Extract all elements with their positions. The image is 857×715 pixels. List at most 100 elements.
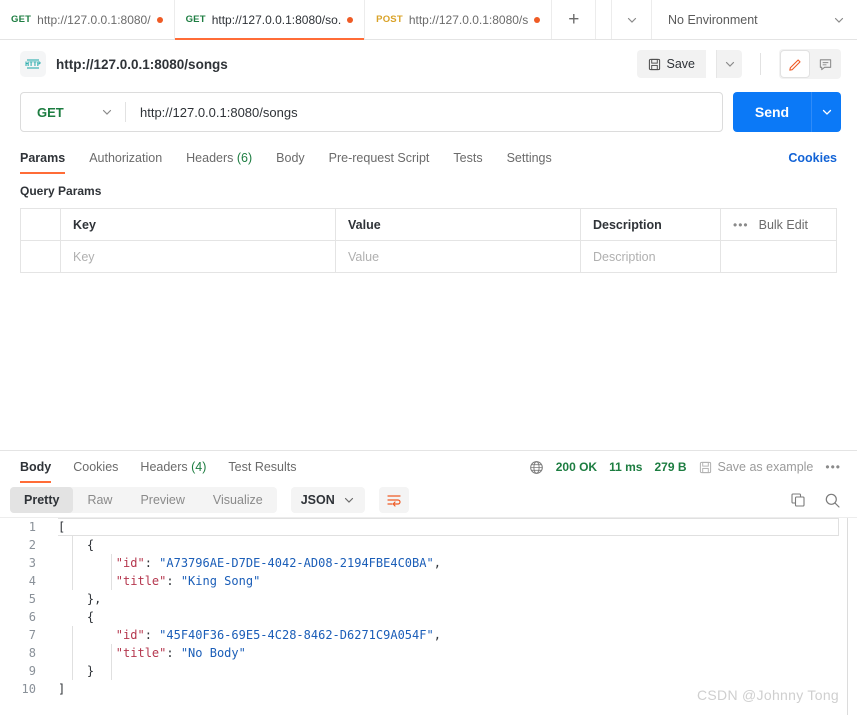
response-tab-body[interactable]: Body: [20, 451, 52, 483]
response-language-selector[interactable]: JSON: [290, 487, 365, 513]
response-tab-label: Cookies: [73, 460, 119, 474]
environment-selector[interactable]: No Environment: [651, 0, 857, 39]
chevron-down-icon: [822, 109, 831, 115]
method-selector[interactable]: GET: [21, 93, 125, 131]
response-format-bar: Pretty Raw Preview Visualize JSON: [0, 483, 857, 517]
indent-guide: [72, 626, 73, 680]
table-row: Key Value Description: [20, 240, 837, 273]
tab-label: Settings: [506, 151, 552, 165]
line-content: "title": "King Song": [115, 574, 261, 588]
tab-list-chevron-button[interactable]: [611, 0, 651, 39]
request-header-bar: HTTP http://127.0.0.1:8080/songs Save: [0, 40, 857, 88]
line-number: 3: [0, 554, 46, 572]
format-tab-raw[interactable]: Raw: [73, 487, 126, 513]
response-tab-headers[interactable]: Headers (4): [140, 451, 206, 483]
line-number: 6: [0, 608, 46, 626]
new-tab-button[interactable]: +: [552, 0, 597, 39]
line-number: 5: [0, 590, 46, 608]
chevron-down-icon: [834, 17, 844, 23]
response-body-editor[interactable]: 1[2 {3 "id": "A73796AE-D7DE-4042-AD08-21…: [0, 517, 857, 715]
line-content: },: [58, 592, 102, 606]
response-tab-label: Test Results: [228, 460, 297, 474]
floppy-disk-icon: [648, 58, 660, 70]
code-line: 4 "title": "King Song": [0, 572, 857, 590]
query-params-section: Query Params Key Value Description ••• B…: [0, 174, 857, 273]
indent-guide: [111, 644, 112, 680]
unsaved-indicator-icon: [534, 16, 541, 23]
line-content: [: [58, 520, 66, 534]
save-button[interactable]: Save: [636, 50, 706, 78]
tab-tests[interactable]: Tests: [453, 142, 482, 174]
table-header-row: Key Value Description ••• Bulk Edit: [20, 208, 837, 241]
response-tabs-list: Body Cookies Headers (4) Test Results: [10, 451, 297, 483]
ellipsis-icon[interactable]: •••: [733, 218, 749, 232]
code-line: 9 }: [0, 662, 857, 680]
line-number: 8: [0, 644, 46, 662]
send-options-button[interactable]: [811, 92, 841, 132]
save-as-example-button[interactable]: Save as example: [699, 460, 813, 474]
line-number: 7: [0, 626, 46, 644]
bulk-edit-button[interactable]: Bulk Edit: [759, 218, 808, 232]
edit-request-button[interactable]: [780, 50, 810, 78]
copy-button[interactable]: [790, 492, 806, 508]
request-action-group: [779, 49, 841, 79]
tabstrip-spacer: [596, 0, 611, 39]
tab-body[interactable]: Body: [276, 142, 305, 174]
search-button[interactable]: [824, 492, 841, 509]
tab-count: (6): [233, 151, 253, 165]
response-body-code: 1[2 {3 "id": "A73796AE-D7DE-4042-AD08-21…: [0, 518, 857, 698]
format-tab-visualize[interactable]: Visualize: [199, 487, 277, 513]
param-value-input[interactable]: Value: [335, 240, 581, 273]
response-tab-cookies[interactable]: Cookies: [73, 451, 118, 483]
response-tab-test-results[interactable]: Test Results: [228, 451, 296, 483]
request-detail-tabs: Params Authorization Headers (6) Body Pre-re…: [0, 142, 857, 174]
status-badge: 200 OK: [555, 460, 598, 474]
editor-scrollbar[interactable]: [847, 518, 848, 715]
response-size: 279 B: [654, 460, 687, 474]
response-tabs: Body Cookies Headers (4) Test Results 200 O…: [0, 451, 857, 483]
request-tab-2[interactable]: POST http://127.0.0.1:8080/s: [365, 0, 553, 39]
response-tools: [790, 492, 841, 509]
send-button[interactable]: Send: [733, 92, 811, 132]
request-tab-0[interactable]: GET http://127.0.0.1:8080/: [0, 0, 175, 39]
line-number: 10: [0, 680, 46, 698]
cookies-link[interactable]: Cookies: [788, 151, 837, 165]
format-tab-pretty[interactable]: Pretty: [10, 487, 74, 513]
request-body-spacer: [0, 273, 857, 450]
response-more-button[interactable]: •••: [825, 460, 841, 474]
request-tab-1[interactable]: GET http://127.0.0.1:8080/so.: [174, 0, 366, 40]
tab-pre-request-script[interactable]: Pre-request Script: [329, 142, 430, 174]
word-wrap-button[interactable]: [378, 487, 409, 513]
line-number: 9: [0, 662, 46, 680]
tab-label: Pre-request Script: [328, 151, 430, 165]
request-tab-url: http://127.0.0.1:8080/: [37, 12, 151, 27]
format-tab-preview[interactable]: Preview: [126, 487, 198, 513]
tab-authorization[interactable]: Authorization: [89, 142, 162, 174]
param-description-input[interactable]: Description: [580, 240, 721, 273]
toolbar-divider: [760, 53, 761, 75]
request-tab-method: GET: [11, 14, 32, 25]
line-content: ]: [58, 682, 66, 696]
tab-headers[interactable]: Headers (6): [186, 142, 252, 174]
svg-text:HTTP: HTTP: [25, 60, 41, 68]
line-number: 1: [0, 518, 46, 536]
url-input[interactable]: [126, 93, 722, 131]
comment-icon: [819, 58, 831, 70]
row-checkbox-cell[interactable]: [20, 240, 61, 273]
param-key-input[interactable]: Key: [60, 240, 336, 273]
chevron-down-icon: [102, 109, 112, 115]
postman-window: GET http://127.0.0.1:8080/GET http://127.0…: [0, 0, 857, 715]
save-options-button[interactable]: [716, 50, 742, 78]
code-line: 1[: [0, 518, 857, 536]
response-tab-count: (4): [187, 460, 207, 474]
comment-button[interactable]: [810, 50, 840, 78]
row-actions-cell: [720, 240, 837, 273]
tab-label: Tests: [453, 151, 483, 165]
send-group: Send: [733, 92, 841, 132]
request-tab-method: GET: [185, 14, 206, 25]
tab-settings[interactable]: Settings: [507, 142, 552, 174]
page-title: http://127.0.0.1:8080/songs: [56, 56, 228, 72]
tab-label: Params: [20, 151, 66, 165]
tab-params[interactable]: Params: [20, 142, 66, 174]
code-line: 10]: [0, 680, 857, 698]
